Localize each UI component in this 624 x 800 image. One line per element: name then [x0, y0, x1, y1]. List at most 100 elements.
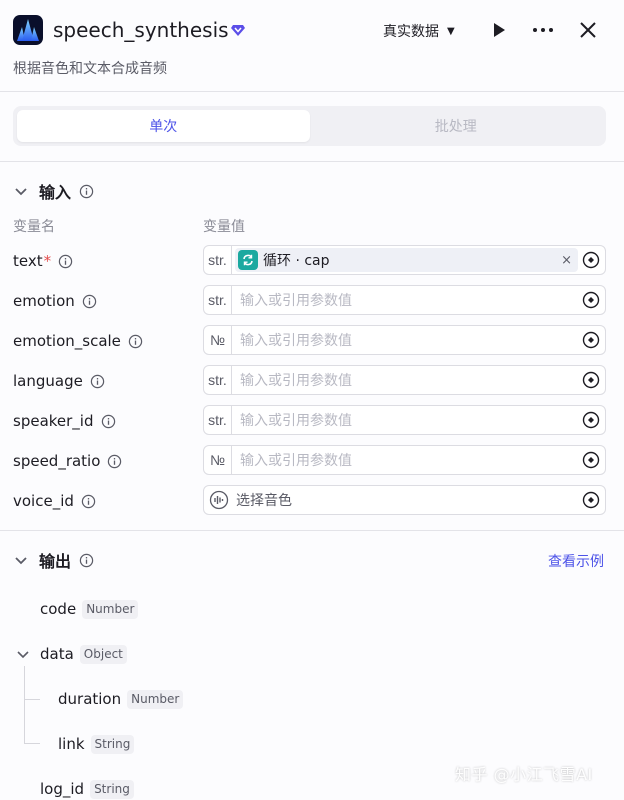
- param-row-language: language str. 输入或引用参数值: [0, 365, 624, 397]
- speed-ratio-value-field[interactable]: № 输入或引用参数值: [203, 445, 606, 475]
- emotion-scale-value-field[interactable]: № 输入或引用参数值: [203, 325, 606, 355]
- output-field-log-id: log_id String: [40, 777, 134, 800]
- param-row-emotion: emotion str. 输入或引用参数值: [0, 285, 624, 317]
- output-section-title: 输出: [39, 552, 72, 571]
- chevron-down-icon[interactable]: [15, 646, 31, 662]
- info-icon: [108, 454, 122, 468]
- output-field-name: code: [40, 600, 77, 618]
- field-placeholder: 输入或引用参数值: [240, 333, 352, 349]
- field-placeholder: 输入或引用参数值: [240, 453, 352, 469]
- output-field-duration: duration Number: [58, 687, 184, 711]
- info-icon: [128, 334, 143, 348]
- param-label: text *: [13, 250, 73, 272]
- info-icon: [81, 494, 96, 508]
- info-icon: [58, 254, 73, 268]
- output-section-header[interactable]: 输出: [13, 549, 94, 571]
- type-tag: №: [204, 326, 232, 354]
- field-placeholder: 输入或引用参数值: [240, 293, 352, 309]
- param-name: speaker_id: [13, 412, 94, 430]
- info-icon: [101, 414, 115, 428]
- more-icon[interactable]: [531, 21, 555, 39]
- chevron-down-icon: [15, 188, 27, 196]
- reference-label: 循环 · cap: [263, 253, 330, 269]
- output-field-name: data: [40, 645, 74, 663]
- param-label: emotion_scale: [13, 330, 143, 352]
- type-tag: str.: [204, 406, 232, 434]
- column-header-name: 变量名: [13, 219, 55, 235]
- node-header: speech_synthesis 真实数据 ▼ 根据音色和文本合成音频: [0, 0, 624, 92]
- param-name: voice_id: [13, 492, 74, 510]
- output-field-link: link String: [58, 732, 135, 756]
- env-data-select[interactable]: 真实数据 ▼: [383, 20, 455, 42]
- tab-single[interactable]: 单次: [17, 110, 310, 142]
- variable-picker-icon[interactable]: [582, 451, 600, 469]
- param-label: emotion: [13, 290, 97, 312]
- param-name: text: [13, 252, 43, 270]
- info-icon: [82, 294, 96, 308]
- info-icon: [90, 374, 105, 388]
- type-tag: №: [204, 446, 232, 474]
- type-tag: str.: [204, 246, 232, 274]
- divider: [0, 530, 624, 531]
- variable-picker-icon[interactable]: [582, 331, 600, 349]
- param-label: speed_ratio: [13, 450, 122, 472]
- divider: [0, 91, 624, 92]
- run-mode-tabs: 单次 批处理: [13, 106, 606, 146]
- output-field-name: link: [58, 735, 85, 753]
- speaker-id-value-field[interactable]: str. 输入或引用参数值: [203, 405, 606, 435]
- output-field-code: code Number: [40, 597, 139, 621]
- field-placeholder: 输入或引用参数值: [240, 373, 352, 389]
- node-description: 根据音色和文本合成音频: [13, 61, 167, 77]
- output-field-data: data Object: [40, 642, 127, 666]
- param-label: language: [13, 370, 105, 392]
- param-row-voice-id: voice_id 选择音色: [0, 485, 624, 517]
- input-section-title: 输入: [39, 183, 72, 202]
- language-value-field[interactable]: str. 输入或引用参数值: [203, 365, 606, 395]
- type-badge: Object: [79, 644, 127, 664]
- required-mark: *: [43, 252, 52, 270]
- voice-id-select-field[interactable]: 选择音色: [203, 485, 606, 515]
- variable-picker-icon[interactable]: [582, 251, 600, 269]
- variable-picker-icon[interactable]: [582, 371, 600, 389]
- clear-reference-icon[interactable]: ×: [561, 253, 572, 268]
- param-label: speaker_id: [13, 410, 116, 432]
- output-field-name: duration: [58, 690, 122, 708]
- param-name: speed_ratio: [13, 452, 101, 470]
- param-name: emotion: [13, 292, 75, 310]
- text-value-field[interactable]: str. 循环 · cap ×: [203, 245, 606, 275]
- type-tag: str.: [204, 286, 232, 314]
- type-badge: String: [90, 779, 134, 799]
- divider: [0, 161, 624, 162]
- type-tag: str.: [204, 366, 232, 394]
- tab-batch[interactable]: 批处理: [310, 110, 603, 142]
- param-row-text: text * str. 循环 · cap ×: [0, 245, 624, 277]
- param-name: language: [13, 372, 83, 390]
- type-badge: Number: [127, 689, 184, 709]
- diamond-badge-icon: [230, 22, 246, 38]
- field-placeholder: 选择音色: [236, 493, 292, 509]
- play-icon[interactable]: [490, 21, 508, 39]
- env-select-label: 真实数据: [383, 24, 439, 40]
- view-example-link[interactable]: 查看示例: [548, 551, 604, 571]
- waveform-logo-icon: [13, 15, 43, 45]
- tree-connector: [24, 699, 40, 700]
- tree-connector: [24, 743, 40, 744]
- param-row-speed-ratio: speed_ratio № 输入或引用参数值: [0, 445, 624, 477]
- param-row-emotion-scale: emotion_scale № 输入或引用参数值: [0, 325, 624, 357]
- chevron-down-icon: [15, 557, 27, 565]
- reference-chip[interactable]: 循环 · cap ×: [235, 248, 578, 272]
- variable-picker-icon[interactable]: [582, 411, 600, 429]
- field-placeholder: 输入或引用参数值: [240, 413, 352, 429]
- voice-icon: [204, 486, 234, 514]
- info-icon: [79, 553, 94, 567]
- close-icon[interactable]: [578, 20, 598, 40]
- type-badge: String: [90, 734, 135, 754]
- type-badge: Number: [82, 599, 139, 619]
- column-header-value: 变量值: [203, 219, 245, 235]
- emotion-value-field[interactable]: str. 输入或引用参数值: [203, 285, 606, 315]
- variable-picker-icon[interactable]: [582, 491, 600, 509]
- param-row-speaker-id: speaker_id str. 输入或引用参数值: [0, 405, 624, 437]
- variable-picker-icon[interactable]: [582, 291, 600, 309]
- input-section-header[interactable]: 输入: [13, 180, 94, 202]
- node-title: speech_synthesis: [53, 18, 229, 42]
